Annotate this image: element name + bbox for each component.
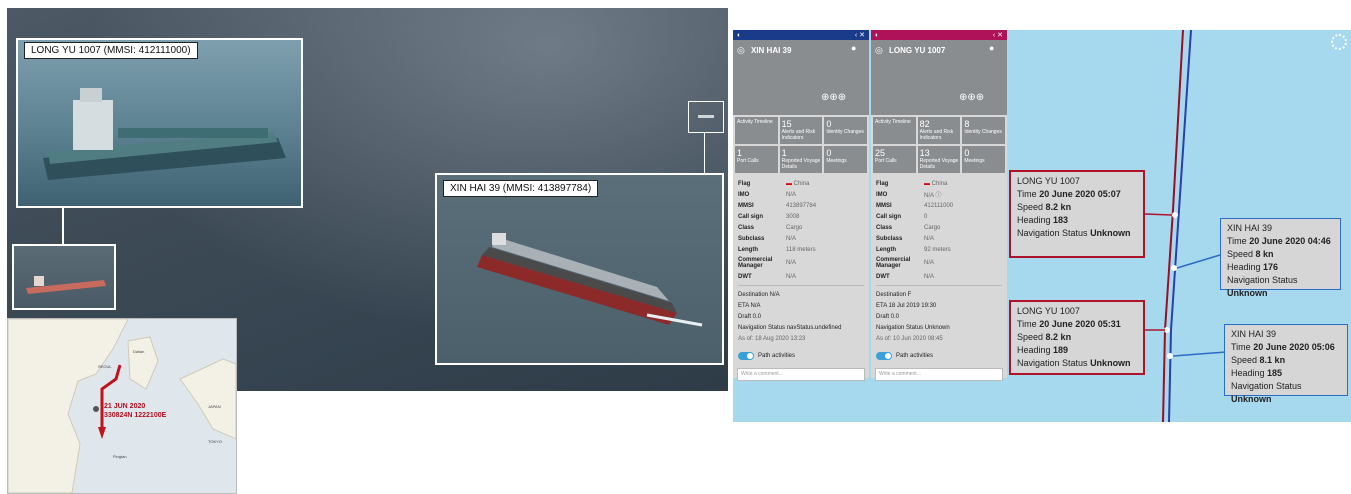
tile-meetings[interactable]: 0 Meetings [962,146,1005,173]
path-activities-toggle[interactable] [738,351,754,360]
vessel-title: LONG YU 1007 [889,46,946,55]
vessel-panel-long-yu: ◐ ‹ ✕ ◎ LONG YU 1007 ● ⊕⊕⊕ Activity Time… [871,30,1007,381]
eta: ETA N/A [738,302,761,309]
tile-meetings[interactable]: 0 Meetings [824,146,867,173]
map-label-pingtan: Pingtan [113,454,127,459]
long-yu-ship-illustration [43,88,286,180]
target-connector-line [704,132,705,173]
panel-topbar: ◐ ‹ ✕ [871,30,1007,40]
close-icon[interactable]: ✕ [859,32,865,39]
route-map: SEOUL JAPAN TOKYO Dalian Pingtan 21 JUN … [7,318,237,494]
panel-topbar: ◐ ‹ ✕ [733,30,869,40]
xin-hai-target-box [688,101,724,133]
nav-status: Navigation Status Unknown [876,324,950,331]
destination: Destination N/A [738,291,780,298]
tile-voyage-details[interactable]: 13 Reported Voyage Details [917,146,961,173]
map-label-tokyo: TOKYO [208,439,222,444]
xin-hai-inset-photo: XIN HAI 39 (MMSI: 413897784) [435,173,724,365]
collapse-icon[interactable]: ‹ [855,32,857,39]
vessel-title: XIN HAI 39 [751,46,792,55]
vessel-type-icon: ◐ [875,31,880,39]
as-of: As of: 18 Aug 2020 13:23 [738,335,806,342]
profile-icon[interactable]: ● [989,43,994,53]
vessel-type-icon: ◐ [737,31,742,39]
stat-tiles: Activity Timeline 82 Alerts and Risk Indi… [871,115,1007,175]
xin-hai-caption: XIN HAI 39 (MMSI: 413897784) [443,180,599,197]
map-label-dalian: Dalian [133,349,145,354]
xin-hai-ship-illustration [477,233,703,327]
nav-status: Navigation Status navStatus.undefined [738,324,842,331]
flag-icon: ▬ [786,180,792,187]
tile-port-calls[interactable]: 1 Port Calls [735,146,778,173]
toggle-label: Path activities [758,352,796,359]
vessel-panel-xin-hai: ◐ ‹ ✕ ◎ XIN HAI 39 ● ⊕⊕⊕ Activity Timeli… [733,30,869,381]
long-yu-inset-photo: LONG YU 1007 (MMSI: 412111000) [16,38,303,208]
tile-identity-changes[interactable]: 8 Identity Changes [962,117,1005,144]
action-icons[interactable]: ⊕⊕⊕ [959,92,984,103]
target-icon: ◎ [875,45,883,55]
path-activities-toggle[interactable] [876,351,892,360]
tile-alerts[interactable]: 15 Alerts and Risk Indicators [779,117,823,144]
map-date-label: 21 JUN 2020 [104,403,146,410]
tile-activity-timeline[interactable]: Activity Timeline [735,117,778,144]
loading-spinner-icon [1331,34,1347,50]
inset-connector-line-2 [62,242,63,244]
toggle-label: Path activities [896,352,934,359]
panel-header: ◎ LONG YU 1007 ● ⊕⊕⊕ [871,40,1007,115]
comment-input[interactable]: Write a comment... [875,368,1003,381]
stat-tiles: Activity Timeline 15 Alerts and Risk Indi… [733,115,869,175]
tile-voyage-details[interactable]: 1 Reported Voyage Details [779,146,823,173]
map-label-japan: JAPAN [208,404,221,409]
map-coords-label: 330824N 1222100E [104,412,167,419]
map-label-seoul: SEOUL [98,364,112,369]
target-icon: ◎ [737,45,745,55]
close-icon[interactable]: ✕ [997,32,1003,39]
tile-alerts[interactable]: 82 Alerts and Risk Indicators [917,117,961,144]
track-tooltip-long-yu-2: LONG YU 1007 Time 20 June 2020 05:31 Spe… [1009,300,1145,375]
tile-activity-timeline[interactable]: Activity Timeline [873,117,916,144]
as-of: As of: 10 Jun 2020 08:45 [876,335,943,342]
draft: Draft 0.0 [876,313,900,320]
tracking-ui: ◐ ‹ ✕ ◎ XIN HAI 39 ● ⊕⊕⊕ Activity Timeli… [733,30,1351,422]
long-yu-small-inset [12,244,116,310]
collapse-icon[interactable]: ‹ [993,32,995,39]
track-tooltip-xin-hai-1: XIN HAI 39 Time 20 June 2020 04:46 Speed… [1220,218,1341,298]
vessel-details: Flag ▬ China IMO N/A MMSI 413897784 Call si… [733,175,869,364]
action-icons[interactable]: ⊕⊕⊕ [821,92,846,103]
track-tooltip-xin-hai-2: XIN HAI 39 Time 20 June 2020 05:06 Speed… [1224,324,1348,404]
info-icon[interactable]: ⓘ [935,193,941,199]
vessel-details: Flag ▬ China IMO N/A ⓘ MMSI 412111000 Call … [871,175,1007,364]
inset-connector-line [62,206,64,244]
comment-input[interactable]: Write a comment... [737,368,865,381]
flag-icon: ▬ [924,180,930,187]
destination: Destination F [876,291,912,298]
long-yu-caption: LONG YU 1007 (MMSI: 412111000) [24,42,198,59]
track-tooltip-long-yu-1: LONG YU 1007 Time 20 June 2020 05:07 Spe… [1009,170,1145,258]
profile-icon[interactable]: ● [851,43,856,53]
tile-identity-changes[interactable]: 0 Identity Changes [824,117,867,144]
eta: ETA 18 Jul 2019 19:30 [876,302,937,309]
draft: Draft 0.0 [738,313,762,320]
panel-header: ◎ XIN HAI 39 ● ⊕⊕⊕ [733,40,869,115]
tile-port-calls[interactable]: 25 Port Calls [873,146,916,173]
